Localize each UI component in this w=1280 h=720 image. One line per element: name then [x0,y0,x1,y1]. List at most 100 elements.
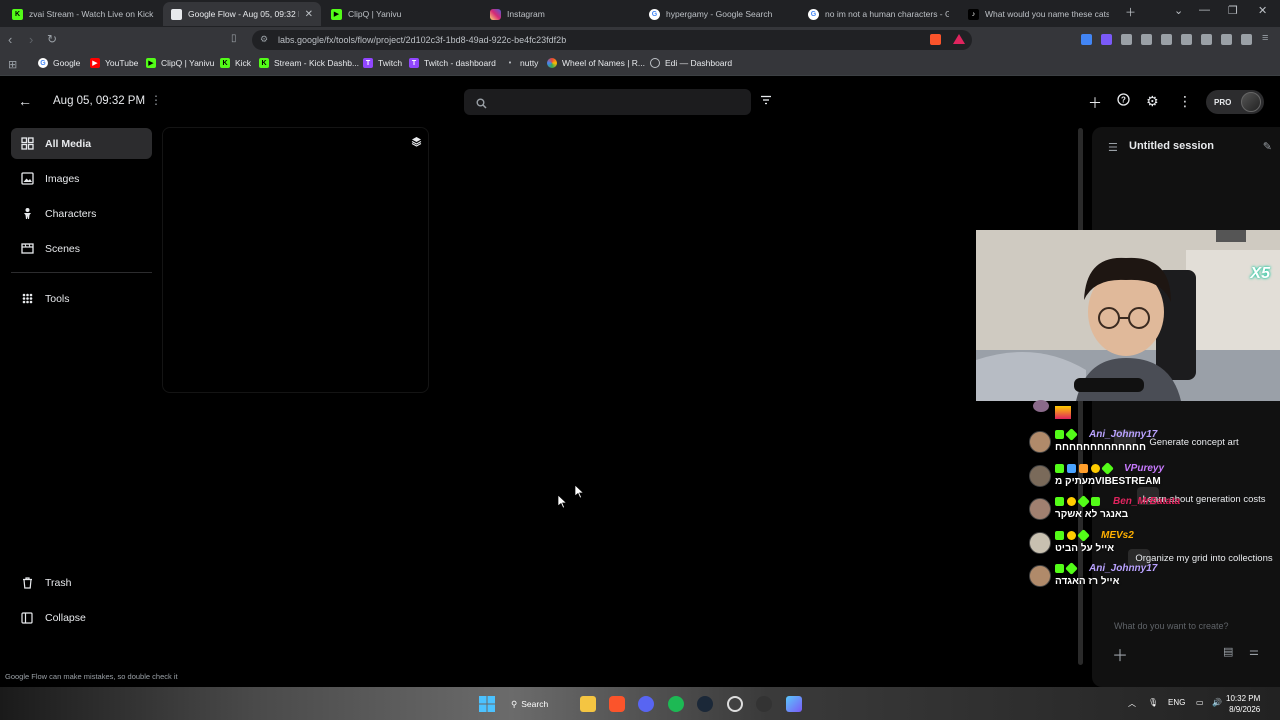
minimize-icon[interactable]: — [1199,4,1210,16]
browser-tab[interactable]: G no im not a human characters - Go [800,2,958,26]
back-icon[interactable]: ‹ [8,32,12,47]
image-attach-icon[interactable]: ▤ [1223,645,1233,658]
music-icon[interactable] [1161,34,1172,45]
browser-tab[interactable]: Instagram [482,2,640,26]
add-icon[interactable]: ＋ [1088,93,1102,113]
kick-badge-icon [1055,564,1064,573]
chat-text: אייל רז האגדה [1055,576,1120,587]
app-icon[interactable] [756,696,772,712]
chat-text: אייל על הביט [1055,543,1115,554]
network-icon[interactable]: ▭ [1196,698,1204,707]
nav-item-tools[interactable]: Tools [11,283,152,314]
bookmark-item[interactable]: T Twitch - dashboard [409,58,496,68]
extension-icon[interactable] [1101,34,1112,45]
nav-item-characters[interactable]: Characters [11,198,152,229]
obs-icon[interactable] [727,696,743,712]
extension-icon[interactable] [1081,34,1092,45]
trash-icon [20,577,34,589]
tune-icon[interactable]: ⚌ [1249,645,1259,658]
bookmark-item[interactable]: Wheel of Names | R... [547,58,645,68]
nav-item-all-media[interactable]: All Media [11,128,152,159]
collapse-button[interactable]: Collapse [11,606,86,630]
tray-overflow-icon[interactable]: ︿ [1128,698,1136,709]
brave-icon[interactable] [609,696,625,712]
nutty-icon: • [508,59,512,67]
layers-icon[interactable] [411,134,422,152]
project-title[interactable]: Aug 05, 09:32 PM [53,95,145,107]
bookmark-item[interactable]: G Google [38,58,80,68]
browser-tab[interactable]: ▶ ClipQ | Yanivu [323,2,481,26]
browser-tab[interactable]: K zvai Stream - Watch Live on Kick [4,2,162,26]
browser-tab[interactable]: ♪ What would you name these cats? | [960,2,1118,26]
new-session-icon[interactable]: ✎ [1263,140,1272,153]
tiktok-icon: ♪ [968,8,979,20]
apps-icon[interactable]: ⊞ [8,58,17,71]
volume-icon[interactable]: 🔊 [1212,698,1222,707]
sidebar-icon[interactable] [1181,34,1192,45]
attach-icon[interactable]: ＋ [1112,642,1128,666]
bookmark-item[interactable]: ▶ YouTube [90,58,138,68]
search-input[interactable] [498,93,738,111]
search-box[interactable] [464,89,751,115]
restore-icon[interactable]: ❐ [1228,4,1238,17]
forward-icon[interactable]: › [29,32,33,47]
media-card[interactable] [162,127,429,393]
menu-icon[interactable]: ≡ [1262,32,1268,44]
reload-icon[interactable]: ↻ [47,32,57,46]
star-badge-icon [1077,529,1090,542]
youtube-icon: ▶ [90,58,100,68]
avatar[interactable] [1241,92,1261,112]
discord-icon[interactable] [638,696,654,712]
leo-icon[interactable] [1221,34,1232,45]
bookmark-item[interactable]: K Kick [220,58,251,68]
hamburger-icon[interactable]: ☰ [1108,141,1118,154]
nav-item-scenes[interactable]: Scenes [11,233,152,264]
file-explorer-icon[interactable] [580,696,596,712]
pro-badge[interactable]: PRO [1206,90,1264,114]
tab-label: What would you name these cats? | [985,9,1109,19]
windows-start-icon[interactable] [479,696,495,712]
trash-button[interactable]: Trash [11,571,71,595]
wallet-icon[interactable] [1201,34,1212,45]
brave-rewards-icon[interactable] [953,34,965,44]
twitch-icon: T [409,58,419,68]
new-tab-icon[interactable]: ＋ [1125,4,1136,20]
vpn-icon[interactable] [1241,34,1252,45]
nav-label: Characters [45,207,97,220]
help-icon[interactable]: ? [1117,93,1130,109]
app-icon[interactable] [786,696,802,712]
browser-tab-active[interactable]: Google Flow - Aug 05, 09:32 PM ✕ [163,2,321,26]
bookmark-item[interactable]: K Stream - Kick Dashb... [259,58,359,68]
taskbar-search[interactable]: ⚲ Search [511,694,561,714]
site-info-icon[interactable]: ⚙ [260,34,268,45]
settings-gear-icon[interactable]: ⚙ [1146,93,1159,110]
address-bar[interactable]: ⚙ labs.google/fx/tools/flow/project/2d10… [252,30,972,50]
system-clock[interactable]: 10:32 PM 8/9/2026 [1226,693,1260,715]
tab-search-icon[interactable]: ⌄ [1174,4,1183,17]
back-arrow-icon[interactable]: ← [18,93,32,109]
bookmark-item[interactable]: • nutty [505,58,539,68]
extension-icon[interactable] [1121,34,1132,45]
chat-username: Ani_Johnny17 [1089,429,1158,440]
bookmark-icon[interactable]: ▯ [231,33,237,44]
filter-icon[interactable] [760,92,772,110]
puzzle-icon[interactable] [1141,34,1152,45]
more-options-icon[interactable]: ⋮ [150,93,162,107]
kick-badge-icon [1055,464,1064,473]
kick-badge-icon [1055,430,1064,439]
bookmark-item[interactable]: T Twitch [363,58,402,68]
spotify-icon[interactable] [668,696,684,712]
prompt-input[interactable] [1114,617,1274,635]
more-vert-icon[interactable]: ⋮ [1178,93,1192,110]
language-indicator[interactable]: ENG [1168,698,1185,707]
bookmark-item[interactable]: ▶ ClipQ | Yanivu [146,58,214,68]
brave-shields-icon[interactable] [930,34,941,45]
bookmark-item[interactable]: Edi — Dashboard [650,58,732,68]
close-tab-icon[interactable]: ✕ [299,9,313,20]
browser-tab[interactable]: G hypergamy - Google Search [641,2,799,26]
nav-item-images[interactable]: Images [11,163,152,194]
microphone-icon[interactable]: 🎙 [1148,698,1158,707]
badge-icon [1091,464,1100,473]
close-window-icon[interactable]: ✕ [1258,4,1267,17]
steam-icon[interactable] [697,696,713,712]
